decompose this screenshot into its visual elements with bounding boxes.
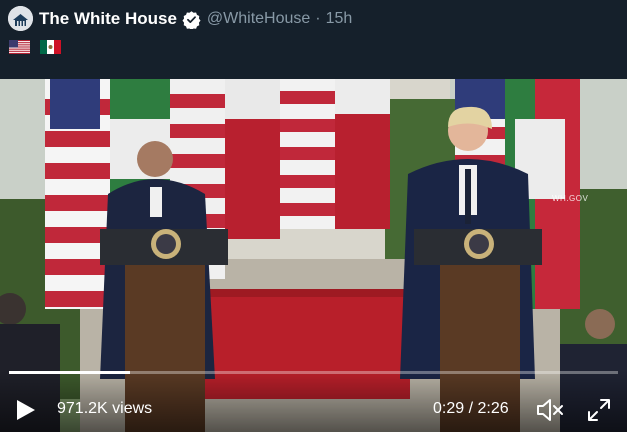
play-icon[interactable] <box>13 398 37 422</box>
white-house-logo-icon <box>8 6 33 31</box>
author-row: The White House @WhiteHouse · 15h <box>39 8 352 30</box>
watermark: WH.GOV <box>552 194 589 203</box>
us-flag-icon <box>9 40 30 54</box>
view-count: 971.2K views <box>57 400 153 417</box>
mexico-flag-icon <box>40 40 61 54</box>
separator: · <box>315 10 321 27</box>
fullscreen-icon[interactable] <box>586 397 612 423</box>
duration: 2:26 <box>477 400 509 417</box>
timestamp[interactable]: 15h <box>326 10 353 28</box>
progress-bar[interactable] <box>9 371 618 374</box>
video-player[interactable]: WH.GOV 971.2K views 0:29 / 2:26 <box>0 79 627 432</box>
handle[interactable]: @WhiteHouse <box>207 10 310 28</box>
progress-fill <box>9 371 131 374</box>
tweet-text <box>9 40 61 54</box>
verified-badge-icon <box>182 10 201 29</box>
time-separator: / <box>468 400 474 417</box>
current-time: 0:29 <box>433 400 465 417</box>
tweet-header: The White House @WhiteHouse · 15h <box>0 0 627 78</box>
avatar[interactable] <box>8 6 33 31</box>
display-name[interactable]: The White House <box>39 9 177 29</box>
timecode: 0:29 / 2:26 <box>433 400 509 418</box>
muted-speaker-icon[interactable] <box>535 397 565 423</box>
